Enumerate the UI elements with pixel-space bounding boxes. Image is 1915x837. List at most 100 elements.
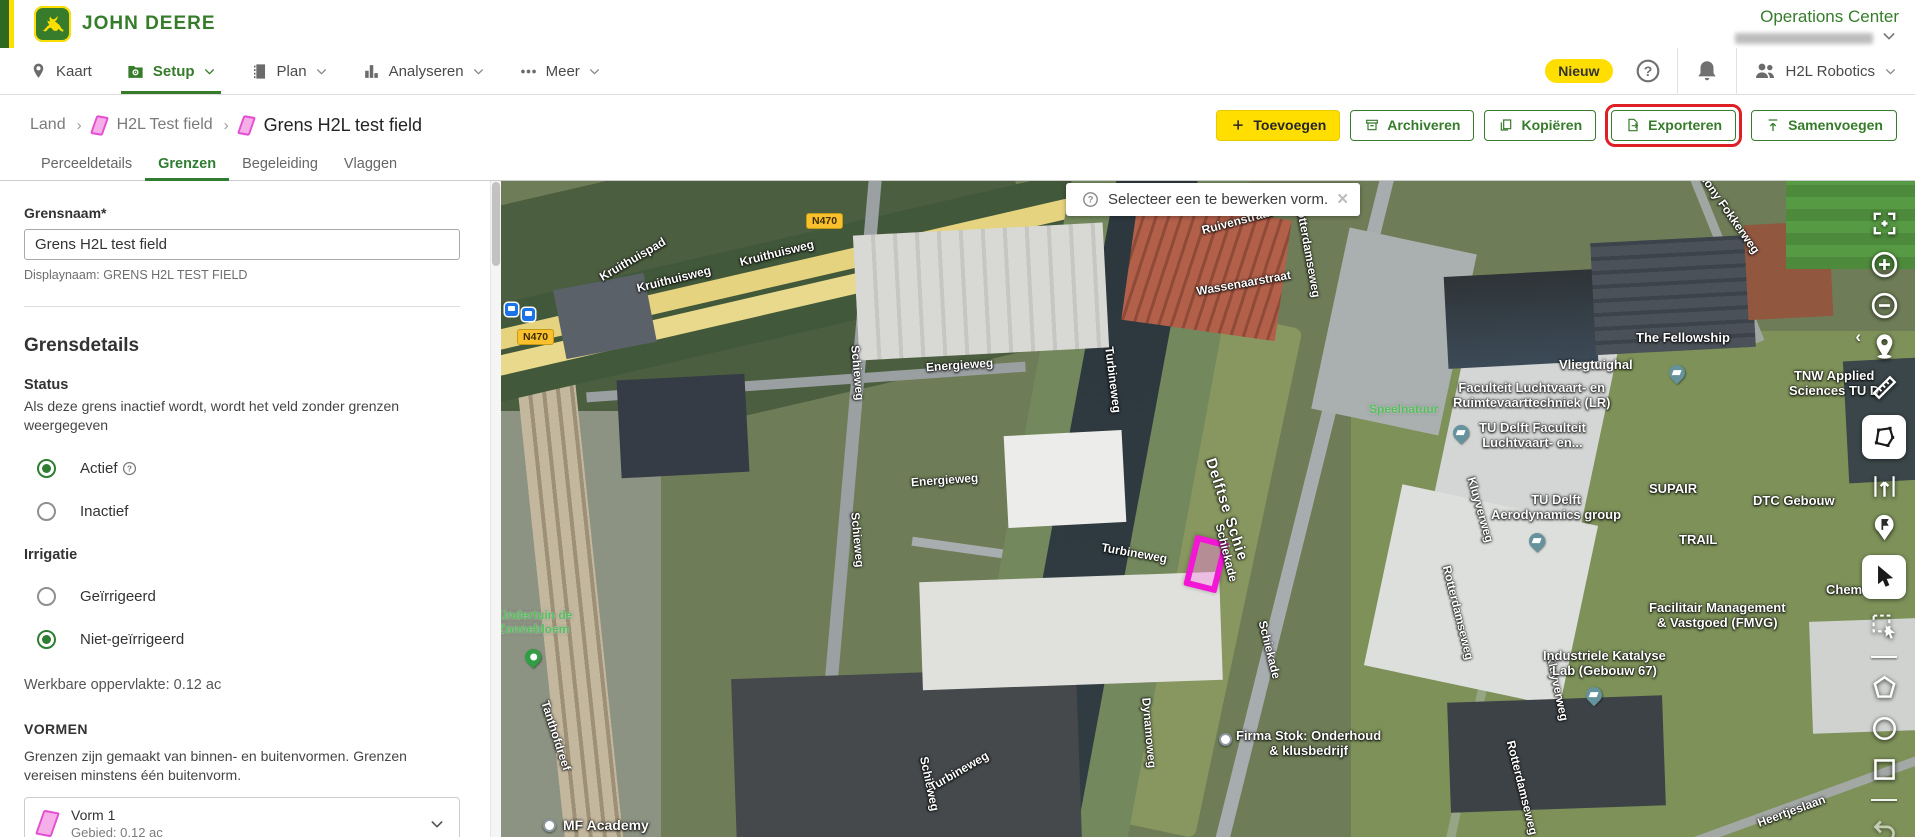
nav-item-meer[interactable]: Meer [502, 48, 618, 94]
map-label: Turbineweg [1101, 346, 1123, 414]
radio-label: Geïrrigeerd [80, 588, 156, 605]
radio-inactief[interactable]: Inactief [37, 502, 460, 521]
boundary-polygon-icon [1871, 424, 1897, 450]
divider [1736, 48, 1737, 95]
shapes-help-text: Grenzen zijn gemaakt van binnen- en buit… [24, 747, 444, 786]
breadcrumb-field[interactable]: H2L Test field [117, 116, 213, 134]
help-icon[interactable] [122, 461, 137, 476]
map-label: Kruithuisweg [635, 264, 712, 296]
map-label: Kruithuisweg [738, 238, 815, 270]
map-label: TU Delft Faculteit Luchtvaart- en... [1479, 421, 1586, 451]
map-label: Delftse Schie [1202, 456, 1252, 563]
nav-label: Plan [277, 63, 307, 80]
boundary-tool-button[interactable] [1862, 415, 1906, 459]
undo-icon[interactable] [1870, 816, 1899, 837]
add-button[interactable]: Toevoegen [1216, 110, 1340, 141]
route-badge: N470 [517, 329, 554, 345]
radio-button[interactable] [37, 587, 56, 606]
radio-niet-geirrigeerd[interactable]: Niet-geïrrigeerd [37, 630, 460, 649]
shape-card-vorm-1[interactable]: Vorm 1 Gebied: 0.12 ac [24, 797, 460, 837]
radio-button[interactable] [37, 459, 56, 478]
draw-polygon-icon[interactable] [1870, 673, 1899, 702]
user-menu-chevron-icon[interactable] [1881, 28, 1897, 44]
map-label: The Fellowship [1636, 331, 1730, 346]
fullscreen-icon[interactable] [1870, 209, 1899, 238]
panel-scrollbar[interactable] [490, 181, 501, 837]
radio-button[interactable] [37, 630, 56, 649]
tooltip-close-icon[interactable]: × [1337, 190, 1348, 209]
scrollbar-thumb[interactable] [492, 182, 500, 266]
copy-button[interactable]: Kopiëren [1484, 110, 1596, 141]
nav-item-setup[interactable]: Setup [109, 48, 233, 94]
archive-button[interactable]: Archiveren [1350, 110, 1474, 141]
status-help-text: Als deze grens inactief wordt, wordt het… [24, 397, 434, 435]
education-poi-marker[interactable] [1526, 530, 1549, 553]
cursor-tool-button[interactable] [1862, 555, 1906, 599]
breadcrumb-current: Grens H2L test field [264, 115, 422, 136]
chevron-down-icon [1884, 65, 1897, 78]
poi-marker[interactable] [543, 819, 556, 832]
radio-label: Actief [80, 460, 118, 477]
multi-select-icon[interactable] [1870, 612, 1899, 641]
breadcrumb-land[interactable]: Land [30, 116, 66, 134]
tab-begeleiding[interactable]: Begeleiding [229, 156, 331, 180]
draw-rectangle-icon[interactable] [1870, 755, 1899, 784]
shape-title: Vorm 1 [71, 807, 163, 823]
map-label: Firma Stok: Onderhoud & klusbedrijf [1236, 729, 1381, 759]
more-dots-icon [519, 62, 538, 81]
radio-actief[interactable]: Actief [37, 459, 460, 478]
boundary-name-input[interactable] [24, 229, 460, 260]
map-pin-icon [29, 62, 48, 81]
tab-perceeldetails[interactable]: Perceeldetails [28, 156, 145, 180]
breadcrumb-row: Land › H2L Test field › Grens H2L test f… [0, 95, 1915, 155]
nav-item-kaart[interactable]: Kaart [12, 48, 109, 94]
nieuw-badge[interactable]: Nieuw [1545, 59, 1612, 83]
export-button[interactable]: Exporteren [1611, 110, 1736, 141]
tab-grenzen[interactable]: Grenzen [145, 156, 229, 180]
product-title: Operations Center [1760, 7, 1899, 27]
radio-button[interactable] [37, 502, 56, 521]
route-badge: N470 [806, 213, 843, 229]
transit-stop-icon[interactable] [522, 308, 535, 321]
radio-geirrigeerd[interactable]: Geïrrigeerd [37, 587, 460, 606]
tab-vlaggen[interactable]: Vlaggen [331, 156, 410, 180]
education-poi-marker[interactable] [1450, 422, 1473, 445]
map-label: Kluyverweg [1543, 654, 1571, 723]
transit-stop-icon[interactable] [505, 303, 518, 316]
bar-chart-icon [362, 62, 381, 81]
chevron-down-icon [588, 65, 601, 78]
organization-menu[interactable]: H2L Robotics [1743, 59, 1915, 83]
zoom-in-icon[interactable] [1870, 250, 1899, 279]
chevron-down-icon[interactable] [429, 816, 445, 832]
draw-circle-icon[interactable] [1870, 714, 1899, 743]
map-labels-layer: KruithuispadKruithuiswegKruithuiswegN470… [501, 181, 1915, 837]
radio-label: Inactief [80, 503, 128, 520]
main-nav: Kaart Setup Plan Analyseren Meer Nieuw [0, 48, 1915, 95]
flag-pin-icon[interactable] [1870, 513, 1899, 542]
map-label: Heertjeslaan [1756, 793, 1828, 830]
deer-icon [38, 9, 68, 39]
john-deere-logo[interactable] [34, 6, 71, 42]
education-poi-marker[interactable] [1583, 684, 1606, 707]
export-icon [1625, 117, 1641, 133]
garden-poi-marker[interactable] [522, 646, 545, 669]
notifications-bell-icon[interactable] [1694, 58, 1720, 84]
merge-button[interactable]: Samenvoegen [1751, 110, 1897, 141]
nav-item-plan[interactable]: Plan [233, 48, 345, 94]
guidance-lines-icon[interactable] [1870, 472, 1899, 501]
locate-icon[interactable] [1870, 332, 1899, 361]
nav-item-analyseren[interactable]: Analyseren [345, 48, 502, 94]
zoom-out-icon[interactable] [1870, 291, 1899, 320]
map-label: Kindertuin de Zonnebloem [501, 609, 572, 637]
export-label: Exporteren [1648, 117, 1722, 133]
help-icon[interactable] [1635, 58, 1661, 84]
nav-label: Meer [546, 63, 580, 80]
education-poi-marker[interactable] [1666, 362, 1689, 385]
ruler-icon[interactable] [1870, 373, 1899, 402]
map-label: Schieweg [916, 755, 941, 812]
map-label: Rotterdamseweg [1439, 564, 1476, 661]
poi-marker[interactable] [1219, 733, 1232, 746]
map-label: Tanthofdreef [537, 699, 573, 772]
user-name-redacted [1735, 33, 1873, 44]
satellite-map[interactable]: KruithuispadKruithuiswegKruithuiswegN470… [501, 181, 1915, 837]
